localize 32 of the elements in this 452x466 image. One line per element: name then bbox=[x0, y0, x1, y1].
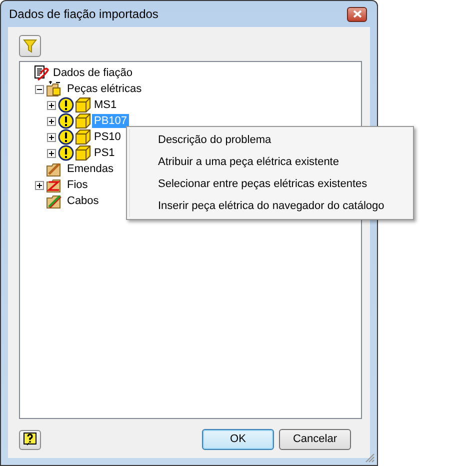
menu-item[interactable]: Inserir peça elétrica do navegador do catálogo bbox=[129, 195, 411, 217]
menu-item[interactable]: Selecionar entre peças elétricas existentes bbox=[129, 173, 411, 195]
cube-icon bbox=[75, 97, 91, 113]
help-button[interactable] bbox=[19, 430, 41, 450]
expand-icon[interactable] bbox=[47, 100, 56, 110]
cube-icon bbox=[75, 145, 91, 161]
folder-icon bbox=[46, 193, 64, 209]
expand-icon[interactable] bbox=[47, 116, 56, 126]
document-icon bbox=[34, 65, 50, 81]
close-button[interactable] bbox=[347, 6, 367, 22]
tree-item[interactable]: Fios bbox=[65, 178, 90, 192]
tree-item[interactable]: Emendas bbox=[65, 162, 116, 176]
expand-icon[interactable] bbox=[47, 148, 56, 158]
expand-icon[interactable] bbox=[47, 132, 56, 142]
tree-item[interactable]: Dados de fiação bbox=[51, 66, 134, 80]
cube-icon bbox=[75, 113, 91, 129]
close-icon bbox=[352, 10, 362, 18]
collapse-icon[interactable] bbox=[35, 84, 44, 94]
dialog-button[interactable]: Cancelar bbox=[279, 429, 351, 450]
resize-grip-icon[interactable] bbox=[364, 452, 375, 463]
tree-item[interactable]: PS10 bbox=[92, 130, 123, 144]
tree-item[interactable]: MS1 bbox=[92, 98, 119, 112]
dialog-button[interactable]: OK bbox=[202, 429, 274, 450]
cube-icon bbox=[75, 129, 91, 145]
filter-button[interactable] bbox=[19, 35, 41, 57]
tree-item[interactable]: PS1 bbox=[92, 146, 117, 160]
window-title: Dados de fiação importados bbox=[8, 6, 158, 23]
expand-icon[interactable] bbox=[35, 180, 44, 190]
tree-item[interactable]: Peças elétricas bbox=[65, 82, 144, 96]
menu-item[interactable]: Descrição do problema bbox=[129, 129, 411, 151]
menu-item[interactable]: Atribuir a uma peça elétrica existente bbox=[129, 151, 411, 173]
tree-item[interactable]: Cabos bbox=[65, 194, 101, 208]
